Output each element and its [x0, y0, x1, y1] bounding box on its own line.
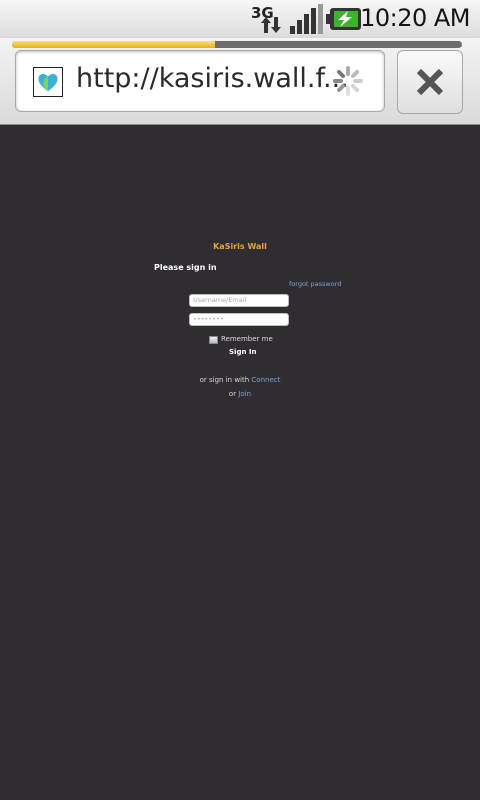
- sign-in-button[interactable]: Sign In: [229, 348, 256, 356]
- url-bar[interactable]: http://kasiris.wall.f...: [15, 50, 385, 112]
- join-line: or Join: [0, 390, 480, 398]
- join-link[interactable]: Join: [238, 390, 251, 398]
- site-title: KaSiris Wall: [213, 242, 267, 251]
- web-page-content: KaSiris Wall Please sign in forgot passw…: [0, 125, 480, 800]
- url-text[interactable]: http://kasiris.wall.f...: [76, 63, 349, 94]
- signin-heading: Please sign in: [154, 263, 217, 272]
- network-3g-icon: 3G: [251, 4, 281, 33]
- username-input[interactable]: Username/Email: [189, 294, 289, 307]
- status-bar: 3G 10:20 AM: [0, 0, 480, 39]
- connect-link[interactable]: Connect: [251, 376, 280, 384]
- remember-me-checkbox[interactable]: [209, 336, 218, 344]
- svg-text:3G: 3G: [251, 4, 274, 22]
- site-favicon-icon: [33, 67, 63, 97]
- loading-spinner-icon: [333, 66, 363, 96]
- status-time: 10:20 AM: [360, 4, 470, 32]
- remember-me-label: Remember me: [221, 335, 273, 343]
- alt-signin-line: or sign in with Connect: [0, 376, 480, 384]
- or-sign-in-with-text: or sign in with: [199, 376, 250, 384]
- close-icon: [416, 68, 444, 96]
- stop-loading-button[interactable]: [397, 50, 463, 114]
- battery-charging-icon: [326, 8, 361, 30]
- page-load-progress: [12, 41, 462, 48]
- progress-fill: [12, 41, 215, 48]
- password-input[interactable]: ••••••••: [189, 313, 289, 326]
- signal-strength-icon: [290, 4, 323, 34]
- or-text: or: [228, 390, 237, 398]
- forgot-password-link[interactable]: forgot password: [289, 280, 341, 288]
- browser-toolbar: http://kasiris.wall.f...: [0, 38, 480, 125]
